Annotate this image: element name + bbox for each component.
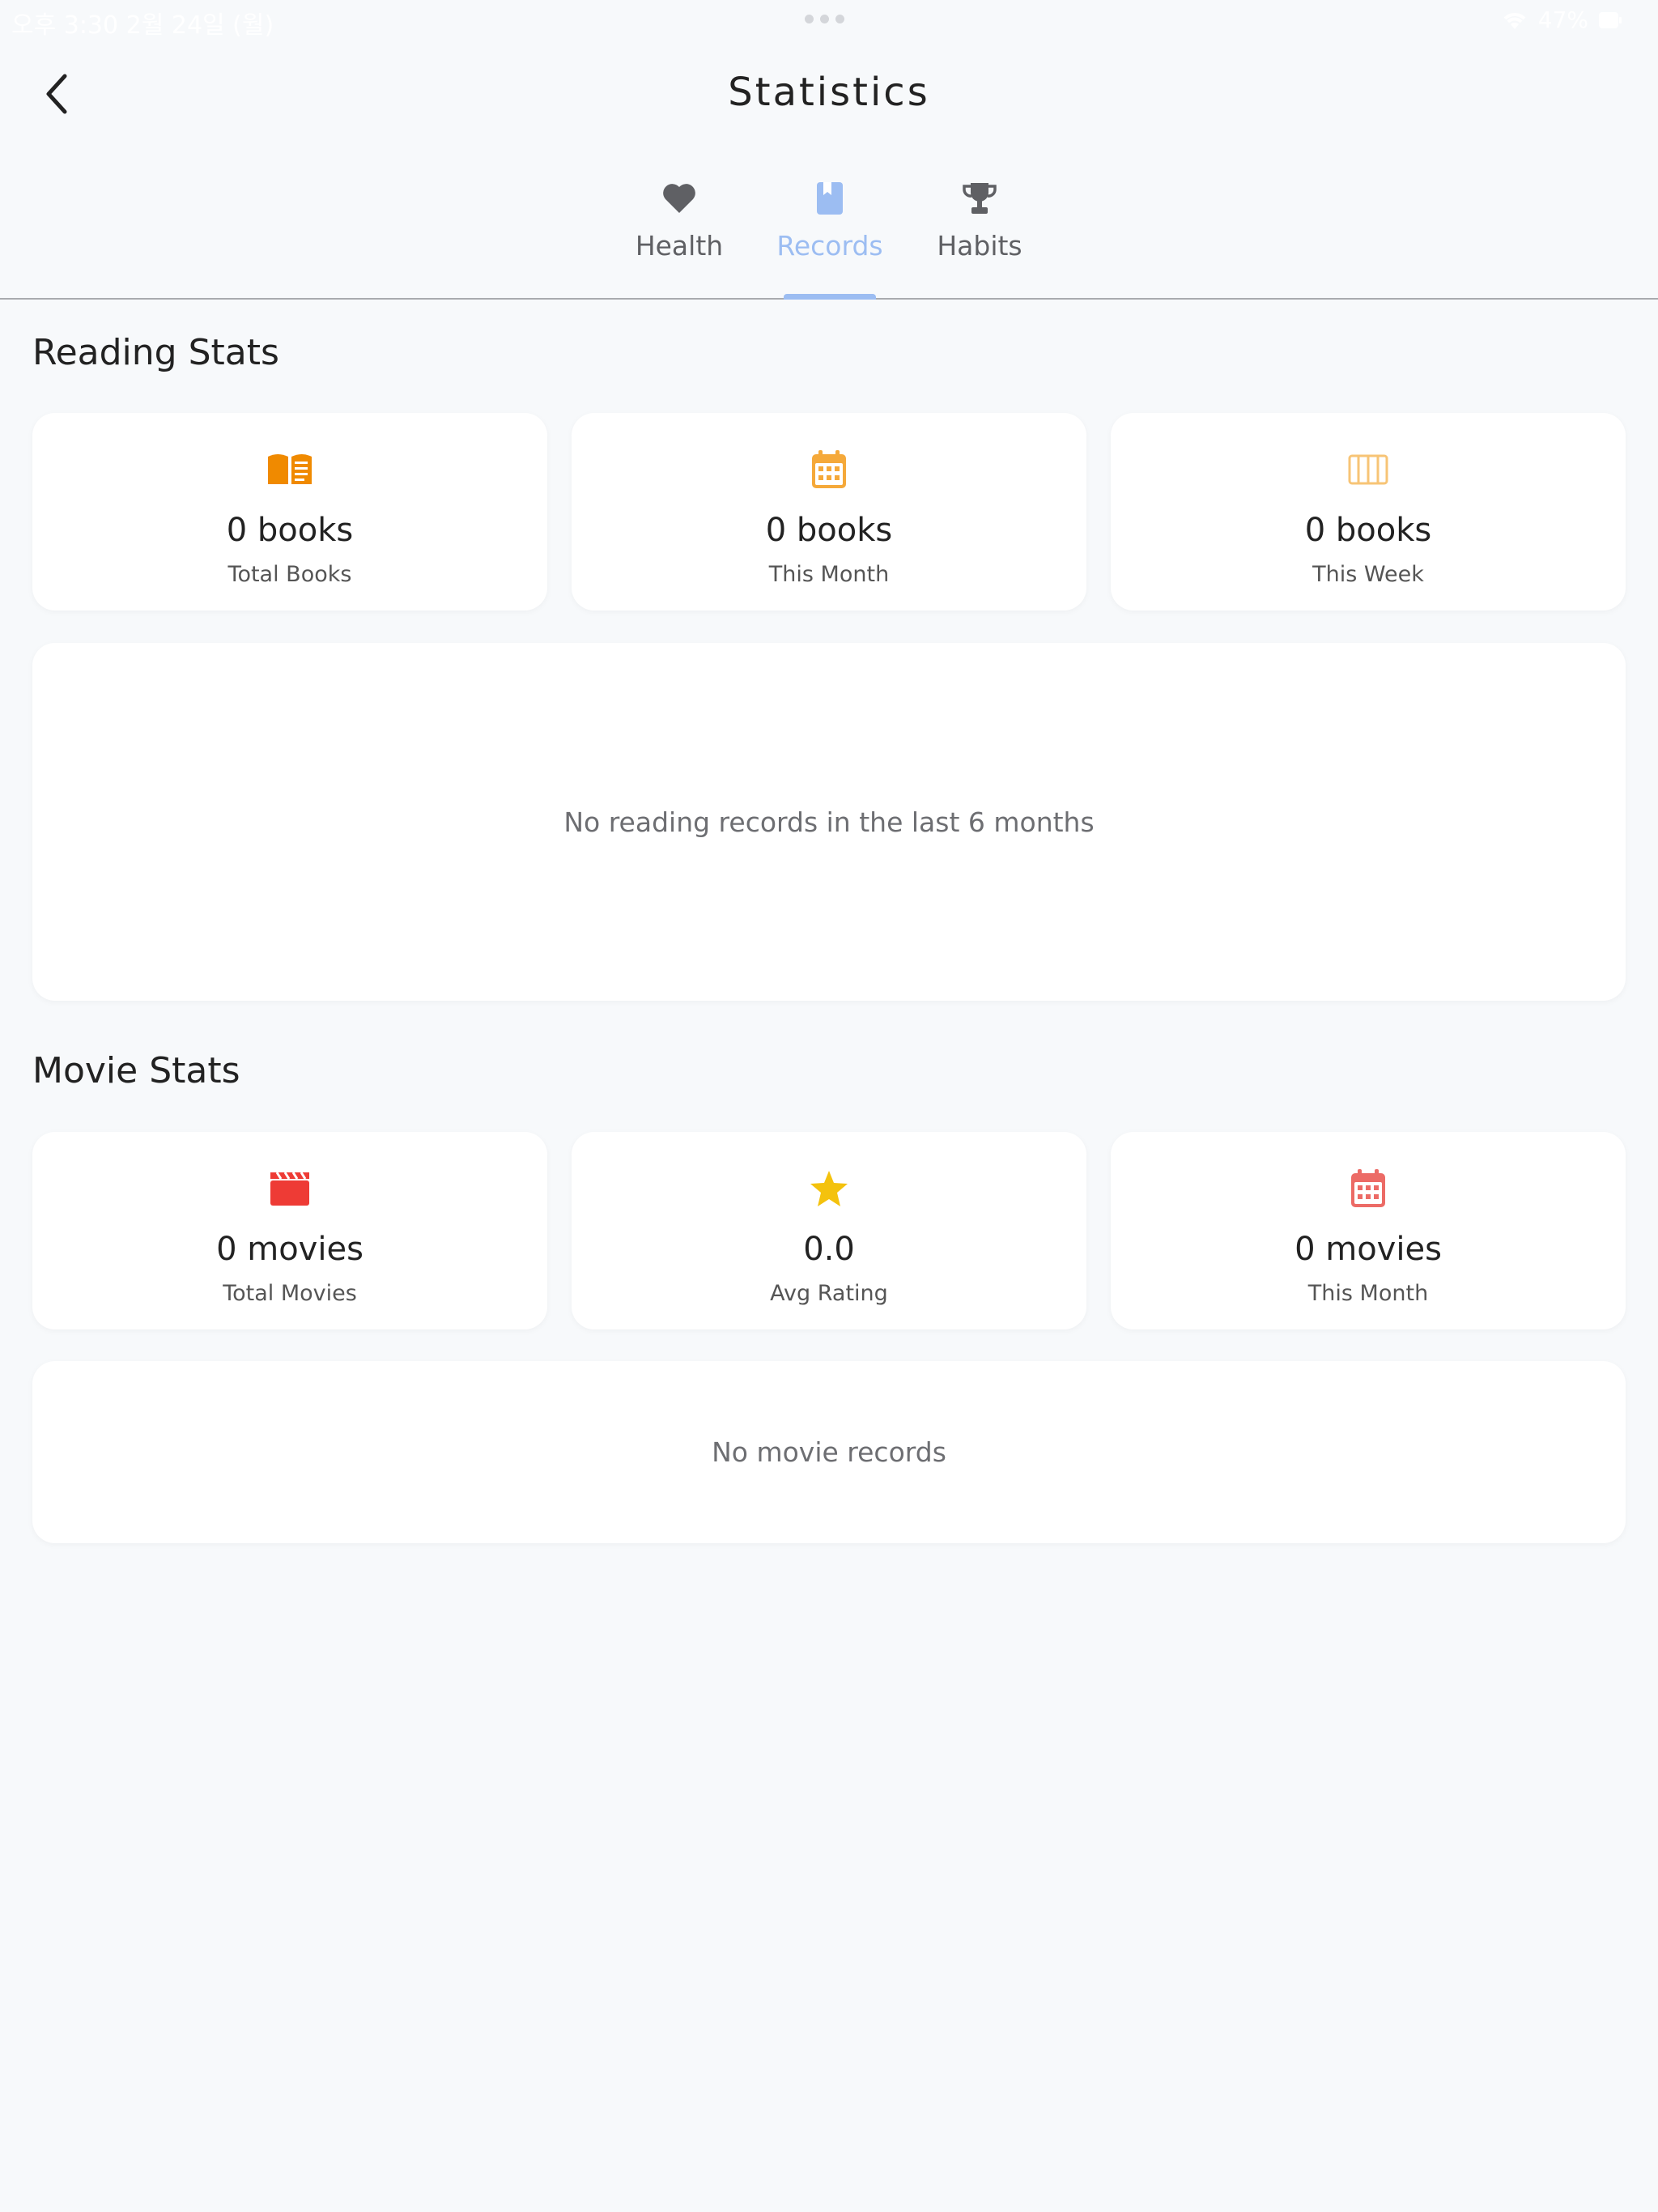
heart-icon [619,180,740,217]
header: Statistics [0,49,1658,146]
calendar-icon [1111,1164,1626,1213]
clapperboard-icon [32,1164,547,1213]
movies-this-month-card: 0 movies This Month [1111,1132,1626,1329]
reading-empty-message: No reading records in the last 6 months [563,806,1095,838]
book-icon [769,180,891,217]
week-columns-icon [1111,445,1626,494]
tab-records[interactable]: Records [769,180,891,298]
status-time: 오후 3:30 2월 24일 (월) [11,11,274,40]
books-this-week-value: 0 books [1304,512,1432,549]
total-books-label: Total Books [227,562,352,587]
tab-bar: Health Records Habits [0,162,1658,300]
reading-stats-title: Reading Stats [32,332,279,373]
trophy-icon [919,180,1040,217]
tab-records-label: Records [776,230,883,262]
total-movies-card: 0 movies Total Movies [32,1132,547,1329]
books-this-month-label: This Month [768,562,890,587]
star-icon [572,1164,1086,1213]
avg-rating-label: Avg Rating [770,1281,888,1306]
tab-habits-label: Habits [937,230,1022,262]
multitasking-dots[interactable] [805,15,844,23]
movie-empty-message: No movie records [712,1436,946,1468]
battery-percent: 47% [1537,6,1588,33]
total-movies-label: Total Movies [223,1281,357,1306]
movie-list-empty-card: No movie records [32,1361,1626,1543]
calendar-icon [572,445,1086,494]
tab-health-label: Health [635,230,724,262]
movies-this-month-label: This Month [1307,1281,1429,1306]
total-books-card: 0 books Total Books [32,413,547,610]
books-this-month-card: 0 books This Month [572,413,1086,610]
books-this-week-label: This Week [1312,562,1424,587]
books-this-month-value: 0 books [765,512,893,549]
tab-health[interactable]: Health [619,180,740,298]
total-movies-value: 0 movies [216,1231,363,1268]
status-indicators: 47% [1501,6,1622,33]
page-title: Statistics [728,70,930,115]
active-tab-indicator [784,294,876,300]
status-bar: 오후 3:30 2월 24일 (월) 47% [0,0,1658,40]
wifi-icon [1501,10,1528,31]
avg-rating-value: 0.0 [803,1231,855,1268]
reading-chart-empty-card: No reading records in the last 6 months [32,643,1626,1001]
tab-habits[interactable]: Habits [919,180,1040,298]
movie-stats-title: Movie Stats [32,1050,240,1091]
battery-icon [1598,11,1622,29]
movies-this-month-value: 0 movies [1295,1231,1442,1268]
books-this-week-card: 0 books This Week [1111,413,1626,610]
total-books-value: 0 books [226,512,354,549]
open-book-icon [32,445,547,494]
avg-rating-card: 0.0 Avg Rating [572,1132,1086,1329]
